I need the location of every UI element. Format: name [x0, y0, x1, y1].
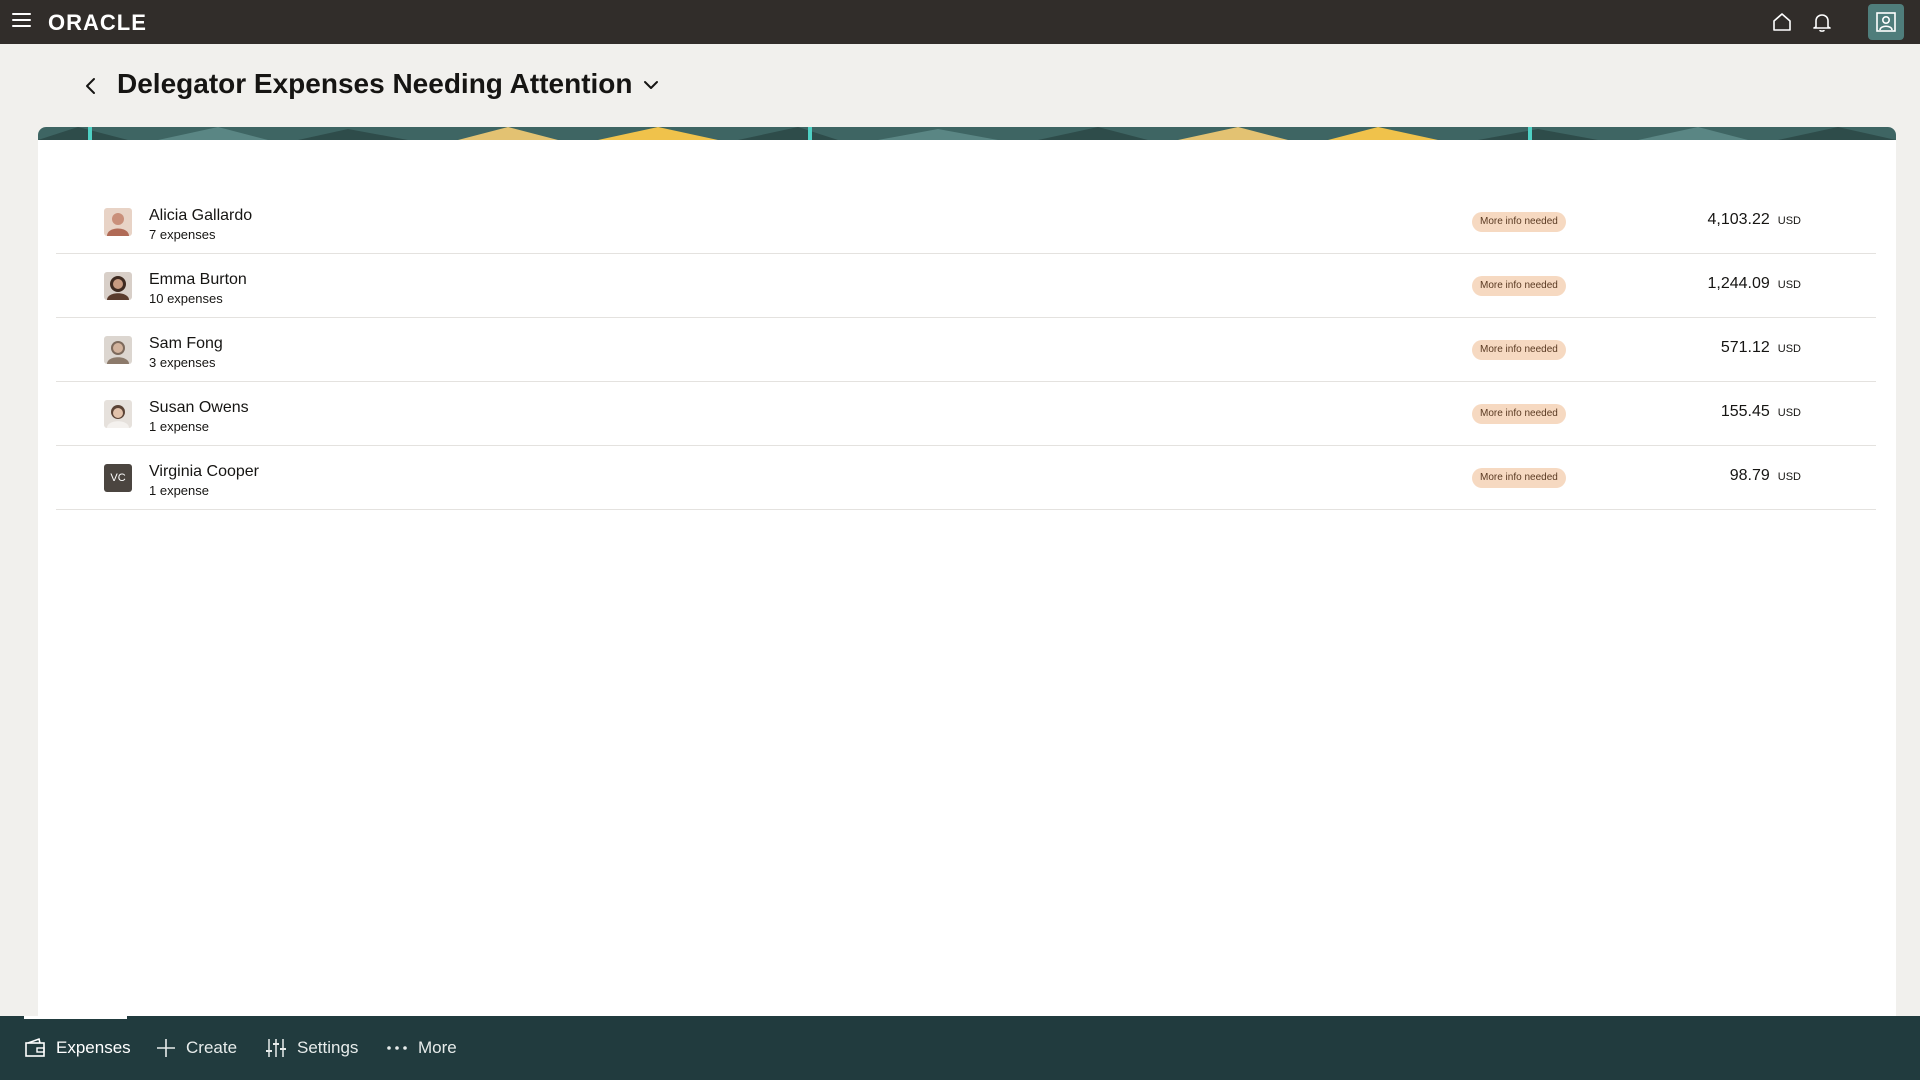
amount: 1,244.09 USD — [1707, 275, 1801, 293]
currency-code: USD — [1777, 343, 1801, 355]
chevron-down-icon[interactable] — [642, 76, 660, 94]
expense-count: 1 expense — [149, 419, 209, 434]
list-item[interactable]: Sam Fong 3 expenses More info needed 571… — [56, 318, 1876, 382]
currency-code: USD — [1777, 215, 1801, 227]
oracle-logo[interactable]: ORACLE — [48, 10, 147, 36]
sliders-icon — [266, 1039, 286, 1057]
wallet-icon — [25, 1037, 45, 1057]
amount: 571.12 USD — [1721, 339, 1801, 357]
amount-value: 1,244.09 — [1707, 275, 1770, 292]
status-badge: More info needed — [1472, 468, 1566, 488]
avatar — [104, 208, 132, 236]
status-badge: More info needed — [1472, 276, 1566, 296]
ellipsis-icon — [387, 1046, 407, 1050]
page-title: Delegator Expenses Needing Attention — [117, 68, 633, 99]
notifications-bell-icon[interactable] — [1811, 11, 1833, 33]
amount-value: 4,103.22 — [1707, 211, 1770, 228]
delegator-name: Virginia Cooper — [149, 463, 259, 480]
hamburger-menu-icon[interactable] — [12, 13, 31, 30]
delegator-name: Sam Fong — [149, 335, 223, 352]
delegator-name: Susan Owens — [149, 399, 249, 416]
amount: 155.45 USD — [1721, 403, 1801, 421]
list-item[interactable]: Alicia Gallardo 7 expenses More info nee… — [56, 190, 1876, 254]
amount: 98.79 USD — [1730, 467, 1801, 485]
nav-label: Expenses — [56, 1038, 131, 1057]
avatar — [104, 400, 132, 428]
plus-icon — [157, 1039, 175, 1057]
expense-count: 10 expenses — [149, 291, 223, 306]
home-icon[interactable] — [1771, 11, 1793, 33]
avatar — [104, 336, 132, 364]
delegator-name: Emma Burton — [149, 271, 247, 288]
bottom-navigation-bar: Expenses Create Settings More — [0, 1016, 1920, 1080]
nav-more[interactable]: More — [386, 1016, 457, 1080]
list-item[interactable]: VC Virginia Cooper 1 expense More info n… — [56, 446, 1876, 510]
expense-count: 1 expense — [149, 483, 209, 498]
status-badge: More info needed — [1472, 340, 1566, 360]
back-arrow-icon[interactable] — [80, 73, 102, 99]
currency-code: USD — [1777, 407, 1801, 419]
nav-expenses[interactable]: Expenses — [24, 1016, 131, 1080]
amount: 4,103.22 USD — [1707, 211, 1801, 229]
user-profile-button[interactable] — [1868, 4, 1904, 40]
status-badge: More info needed — [1472, 404, 1566, 424]
list-item[interactable]: Susan Owens 1 expense More info needed 1… — [56, 382, 1876, 446]
expense-count: 7 expenses — [149, 227, 216, 242]
expense-count: 3 expenses — [149, 355, 216, 370]
avatar — [104, 272, 132, 300]
top-app-bar: ORACLE — [0, 0, 1920, 44]
amount-value: 155.45 — [1720, 403, 1770, 420]
amount-value: 98.79 — [1729, 467, 1770, 484]
currency-code: USD — [1777, 471, 1801, 483]
nav-create[interactable]: Create — [156, 1016, 237, 1080]
nav-label: More — [418, 1038, 457, 1057]
delegator-name: Alicia Gallardo — [149, 207, 253, 224]
avatar: VC — [104, 464, 132, 492]
nav-label: Settings — [297, 1038, 359, 1057]
decorative-banner — [38, 127, 1896, 140]
currency-code: USD — [1777, 279, 1801, 291]
status-badge: More info needed — [1472, 212, 1566, 232]
user-icon — [1876, 12, 1896, 32]
list-item[interactable]: Emma Burton 10 expenses More info needed… — [56, 254, 1876, 318]
nav-label: Create — [186, 1038, 238, 1057]
amount-value: 571.12 — [1720, 339, 1770, 356]
delegator-list-card: Alicia Gallardo 7 expenses More info nee… — [38, 127, 1896, 1017]
nav-settings[interactable]: Settings — [265, 1016, 358, 1080]
